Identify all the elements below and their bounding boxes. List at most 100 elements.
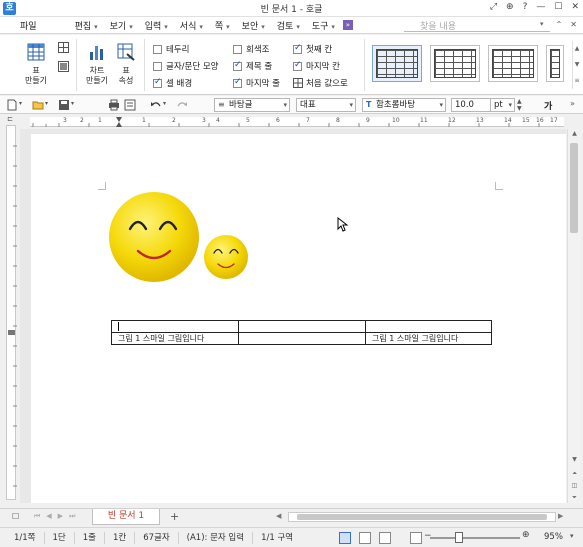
fit-view-button[interactable] xyxy=(379,532,391,544)
menu-format[interactable]: 서식 ▾ xyxy=(174,19,209,32)
page-list-icon[interactable]: ◫ xyxy=(569,481,580,491)
style-select[interactable]: ≡ 바탕글 ▾ xyxy=(214,98,290,112)
checkbox-header-row[interactable]: 제목 줄 xyxy=(233,60,272,72)
vertical-scrollbar[interactable]: ▲ ▼ ⏶ ◫ ⏷ xyxy=(567,129,580,503)
open-folder-icon[interactable] xyxy=(32,99,44,111)
scroll-thumb[interactable] xyxy=(297,514,547,520)
table-cell[interactable] xyxy=(238,320,366,333)
scroll-left-icon[interactable]: ◀ xyxy=(276,512,281,520)
maximize-button[interactable]: ☐ xyxy=(554,2,562,12)
zoom-in-icon[interactable]: ⊕ xyxy=(522,530,530,540)
chevron-down-icon[interactable]: ▾ xyxy=(71,100,74,107)
table-properties-button[interactable]: 표 속성 xyxy=(114,43,138,86)
smiley-image-large[interactable] xyxy=(108,191,200,283)
chevron-down-icon[interactable]: ▾ xyxy=(19,100,22,107)
prev-page-icon[interactable]: ⏶ xyxy=(569,469,580,479)
close-button[interactable]: ✕ xyxy=(571,2,579,12)
spinner-up-icon[interactable]: ▲ xyxy=(517,98,522,105)
redo-icon[interactable] xyxy=(176,99,188,111)
table-cell-caption[interactable]: 그림 1 스마일 그림입니다 xyxy=(111,332,239,345)
find-input[interactable]: 찾을 내용 xyxy=(404,19,550,32)
checkbox-border[interactable]: 테두리 xyxy=(153,43,189,55)
width-view-button[interactable] xyxy=(359,532,371,544)
pin-icon[interactable]: ⊕ xyxy=(506,2,514,12)
checkbox-char-para-shape[interactable]: 글자/문단 모양 xyxy=(153,60,219,72)
table-cell[interactable] xyxy=(111,320,239,333)
checkbox[interactable] xyxy=(233,44,242,54)
checkbox[interactable] xyxy=(153,44,162,54)
checkbox[interactable] xyxy=(293,43,302,54)
table-style-thumbnail[interactable] xyxy=(546,45,564,82)
minimize-button[interactable]: — xyxy=(536,2,545,12)
checkbox-last-row[interactable]: 마지막 줄 xyxy=(233,77,280,89)
status-mode[interactable]: (A1): 문자 입력 xyxy=(179,531,254,544)
ruler-toggle-icon[interactable]: ⊏ xyxy=(7,115,13,123)
checkbox-last-column[interactable]: 마지막 칸 xyxy=(293,60,340,72)
menu-view[interactable]: 보기 ▾ xyxy=(104,19,139,32)
document-page[interactable]: 그림 1 스마일 그림입니다 그림 1 스마일 그림입니다 xyxy=(31,134,566,503)
table-cell[interactable] xyxy=(365,320,492,333)
menu-tools[interactable]: 도구 ▾ xyxy=(306,19,341,32)
menu-security[interactable]: 보안 ▾ xyxy=(236,19,271,32)
menu-insert[interactable]: 입력 ▾ xyxy=(139,19,174,32)
checkbox-first-column[interactable]: 첫째 칸 xyxy=(293,43,332,55)
help-icon[interactable]: ? xyxy=(523,2,528,12)
font-size-input[interactable]: 10.0 xyxy=(451,98,491,112)
status-page[interactable]: 1/1쪽 xyxy=(0,531,45,544)
chevron-down-icon[interactable]: ▾ xyxy=(163,100,166,107)
scroll-thumb[interactable] xyxy=(570,143,578,233)
cell-style-icon[interactable] xyxy=(58,61,69,72)
toolbar-expand-icon[interactable]: » xyxy=(570,99,575,108)
gallery-scroll[interactable]: ▲ ▼ ≡ xyxy=(572,41,581,89)
zoom-slider[interactable] xyxy=(430,537,520,539)
zoom-level[interactable]: 95% xyxy=(544,532,563,542)
new-document-icon[interactable] xyxy=(6,99,18,111)
page-view-button[interactable] xyxy=(339,532,351,544)
chevron-up-icon[interactable]: ▲ xyxy=(573,41,581,57)
table-style-thumbnail[interactable] xyxy=(430,45,480,82)
table-cell[interactable] xyxy=(238,332,366,345)
font-category-select[interactable]: 대표 ▾ xyxy=(296,98,356,112)
chart-create-button[interactable]: 차트 만들기 xyxy=(82,43,112,86)
close-icon[interactable]: ✕ xyxy=(570,20,577,29)
table-cell-caption[interactable]: 그림 1 스마일 그림입니다 xyxy=(365,332,492,345)
menu-review[interactable]: 검토 ▾ xyxy=(271,19,306,32)
chevron-down-icon[interactable]: ▾ xyxy=(570,532,574,540)
expand-gallery-icon[interactable]: ≡ xyxy=(573,73,581,89)
document-canvas[interactable]: 그림 1 스마일 그림입니다 그림 1 스마일 그림입니다 xyxy=(20,129,566,503)
add-tab-button[interactable]: + xyxy=(170,510,179,523)
checkbox-grayscale[interactable]: 회색조 xyxy=(233,43,269,55)
spinner-down-icon[interactable]: ▼ xyxy=(517,105,522,112)
font-unit-select[interactable]: pt ▾ xyxy=(491,98,515,112)
chevron-down-icon[interactable]: ▾ xyxy=(540,20,544,28)
scroll-up-icon[interactable]: ▲ xyxy=(569,129,580,139)
checkbox-cell-background[interactable]: 셀 배경 xyxy=(153,77,192,89)
scroll-down-icon[interactable]: ▼ xyxy=(569,455,580,465)
chevron-down-icon[interactable]: ▼ xyxy=(573,57,581,73)
save-icon[interactable] xyxy=(58,99,70,111)
menu-file[interactable]: 파일 xyxy=(14,19,43,32)
checkbox[interactable] xyxy=(153,61,162,71)
vertical-ruler[interactable] xyxy=(6,125,17,500)
reset-to-default-button[interactable]: 처음 값으로 xyxy=(293,77,348,89)
checkbox[interactable] xyxy=(233,60,242,71)
checkbox[interactable] xyxy=(293,60,302,71)
tab-document[interactable]: 빈 문서 1 xyxy=(92,509,160,525)
undo-icon[interactable] xyxy=(150,99,162,111)
zoom-out-icon[interactable]: − xyxy=(424,531,432,541)
insert-row-icon[interactable] xyxy=(58,42,69,53)
print-icon[interactable] xyxy=(108,99,120,111)
single-page-button[interactable] xyxy=(410,532,422,544)
char-shape-button[interactable]: 가 xyxy=(544,99,552,112)
checkbox[interactable] xyxy=(233,77,242,88)
chevron-up-icon[interactable]: ⌃ xyxy=(556,20,563,29)
menu-edit[interactable]: 편집 ▾ xyxy=(69,19,104,32)
print-preview-icon[interactable] xyxy=(124,99,136,111)
scroll-right-icon[interactable]: ▶ xyxy=(558,512,563,520)
tab-navigation-icons[interactable]: ⏮◀▶⏭ xyxy=(34,512,81,521)
document-table[interactable]: 그림 1 스마일 그림입니다 그림 1 스마일 그림입니다 xyxy=(111,320,492,345)
checkbox[interactable] xyxy=(153,77,162,88)
zoom-slider-handle[interactable] xyxy=(455,532,463,543)
table-create-button[interactable]: 표 만들기 xyxy=(22,43,50,86)
menu-page[interactable]: 쪽 ▾ xyxy=(209,19,236,32)
